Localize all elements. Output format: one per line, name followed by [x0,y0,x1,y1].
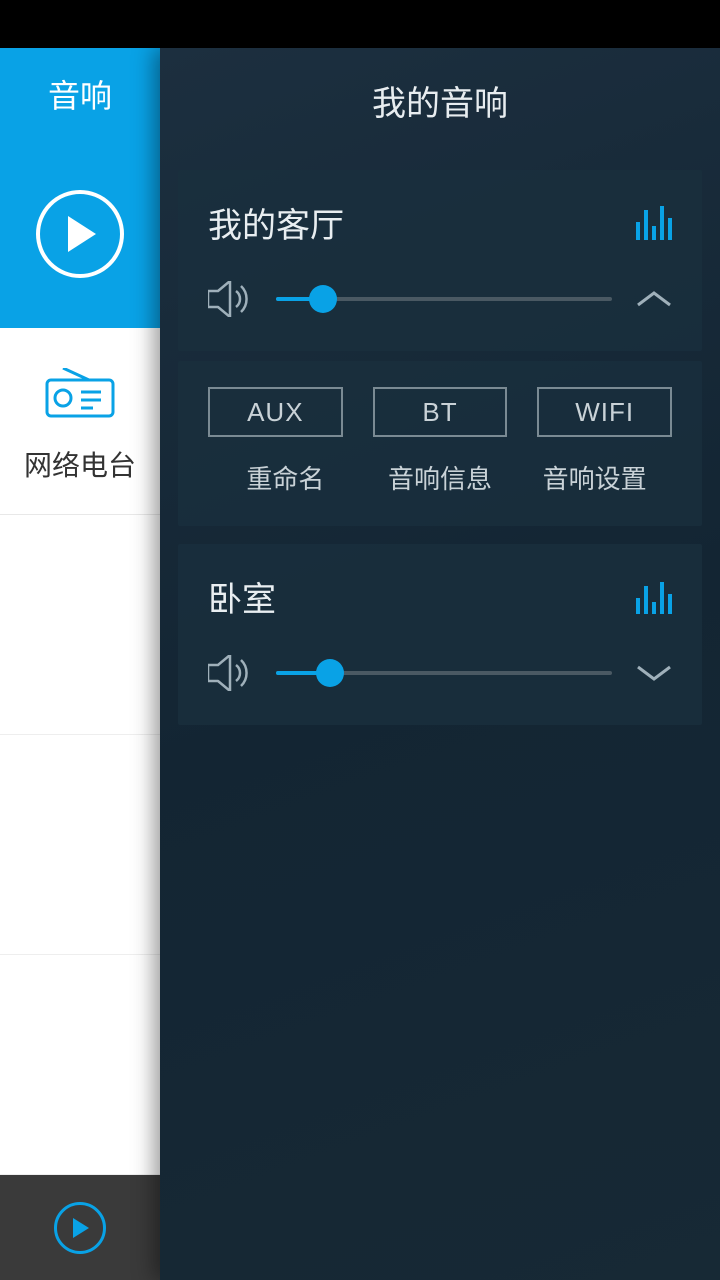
drawer-title: 我的音响 [160,48,720,152]
sidebar-item-label: 网络电台 [0,444,160,484]
sidebar-play-area [0,139,160,328]
speaker-settings-button[interactable]: 音响设置 [517,459,672,496]
speaker-card: 卧室 [178,544,702,725]
play-icon [71,1218,89,1238]
status-bar [0,0,720,48]
room-name: 卧室 [208,572,276,621]
sidebar-item-radio[interactable]: 网络电台 [0,328,160,515]
sidebar-footer [0,1175,160,1280]
equalizer-icon [636,580,672,614]
sidebar-blank [0,515,160,1175]
speaker-card: 我的客厅 [178,170,702,351]
volume-slider[interactable] [276,285,612,313]
room-name: 我的客厅 [208,198,344,247]
volume-icon [208,655,252,691]
drawer-panel: 我的音响 我的客厅 [160,48,720,1280]
rename-button[interactable]: 重命名 [208,459,363,496]
volume-slider[interactable] [276,659,612,687]
speaker-card-expanded: AUX BT WIFI 重命名 音响信息 音响设置 [178,361,702,526]
chevron-down-icon[interactable] [636,663,672,683]
speaker-info-button[interactable]: 音响信息 [363,459,518,496]
chevron-up-icon[interactable] [636,289,672,309]
source-bt-button[interactable]: BT [373,387,508,437]
source-aux-button[interactable]: AUX [208,387,343,437]
sidebar-tab-label: 音响 [48,71,112,117]
equalizer-icon [636,206,672,240]
play-button[interactable] [36,190,124,278]
radio-icon [45,368,115,418]
play-icon [64,216,96,252]
sidebar-tab-speaker[interactable]: 音响 [0,48,160,139]
sidebar: 音响 网络电台 [0,48,160,1280]
mini-play-button[interactable] [54,1202,106,1254]
volume-icon [208,281,252,317]
source-wifi-button[interactable]: WIFI [537,387,672,437]
